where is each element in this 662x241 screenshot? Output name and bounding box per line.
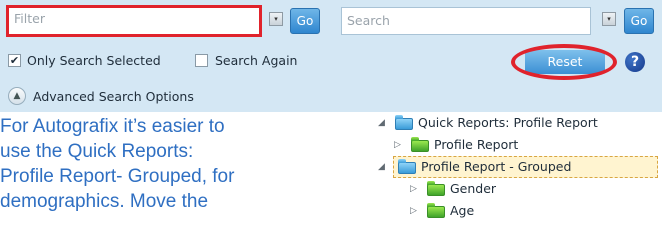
help-icon[interactable]: ? (625, 52, 645, 72)
expand-arrow-icon[interactable]: ▷ (394, 135, 401, 155)
filter-input[interactable]: Filter (6, 5, 262, 37)
search-go-button[interactable]: Go (624, 8, 654, 34)
collapse-arrow-icon[interactable]: ◢ (378, 113, 385, 133)
folder-icon (427, 203, 445, 218)
collapse-arrow-icon[interactable]: ◢ (378, 157, 385, 177)
filter-go-button[interactable]: Go (290, 8, 320, 34)
search-again-label: Search Again (215, 53, 298, 68)
folder-icon (427, 181, 445, 196)
tree-item-profile-report[interactable]: Profile Report (434, 135, 518, 155)
tree-root-quick-reports[interactable]: Quick Reports: Profile Report (418, 113, 598, 133)
tree-item-profile-report-grouped[interactable]: Profile Report - Grouped (421, 157, 571, 177)
instruction-text: For Autografix it’s easier to use the Qu… (0, 112, 372, 214)
folder-open-icon (395, 115, 413, 130)
search-again-checkbox[interactable] (195, 54, 208, 67)
instruction-line: use the Quick Reports: (0, 141, 194, 162)
only-search-selected-checkbox[interactable]: ✔ (8, 54, 21, 67)
tree-item-gender[interactable]: Gender (450, 179, 496, 199)
expand-arrow-icon[interactable]: ▷ (410, 201, 417, 221)
search-input[interactable]: Search (341, 7, 591, 35)
advanced-search-options-link[interactable]: Advanced Search Options (33, 89, 194, 104)
instruction-line: For Autografix it’s easier to (0, 116, 225, 137)
folder-open-icon (398, 159, 416, 174)
instruction-line: demographics. Move the (0, 191, 209, 212)
collapse-chevron-icon[interactable]: ▲ (8, 87, 26, 105)
instruction-line: Profile Report- Grouped, for (0, 166, 235, 187)
reset-highlight-circle (511, 44, 617, 80)
search-dropdown-icon[interactable]: ▾ (602, 12, 616, 26)
filter-dropdown-icon[interactable]: ▾ (269, 12, 283, 26)
search-panel: Filter ▾ Go Search ▾ Go ✔ Only Search Se… (0, 0, 662, 112)
folder-icon (411, 137, 429, 152)
only-search-selected-label: Only Search Selected (27, 53, 161, 68)
expand-arrow-icon[interactable]: ▷ (410, 179, 417, 199)
tree-item-age[interactable]: Age (450, 201, 474, 221)
report-tree: ◢ Quick Reports: Profile Report ▷ Profil… (372, 112, 662, 241)
